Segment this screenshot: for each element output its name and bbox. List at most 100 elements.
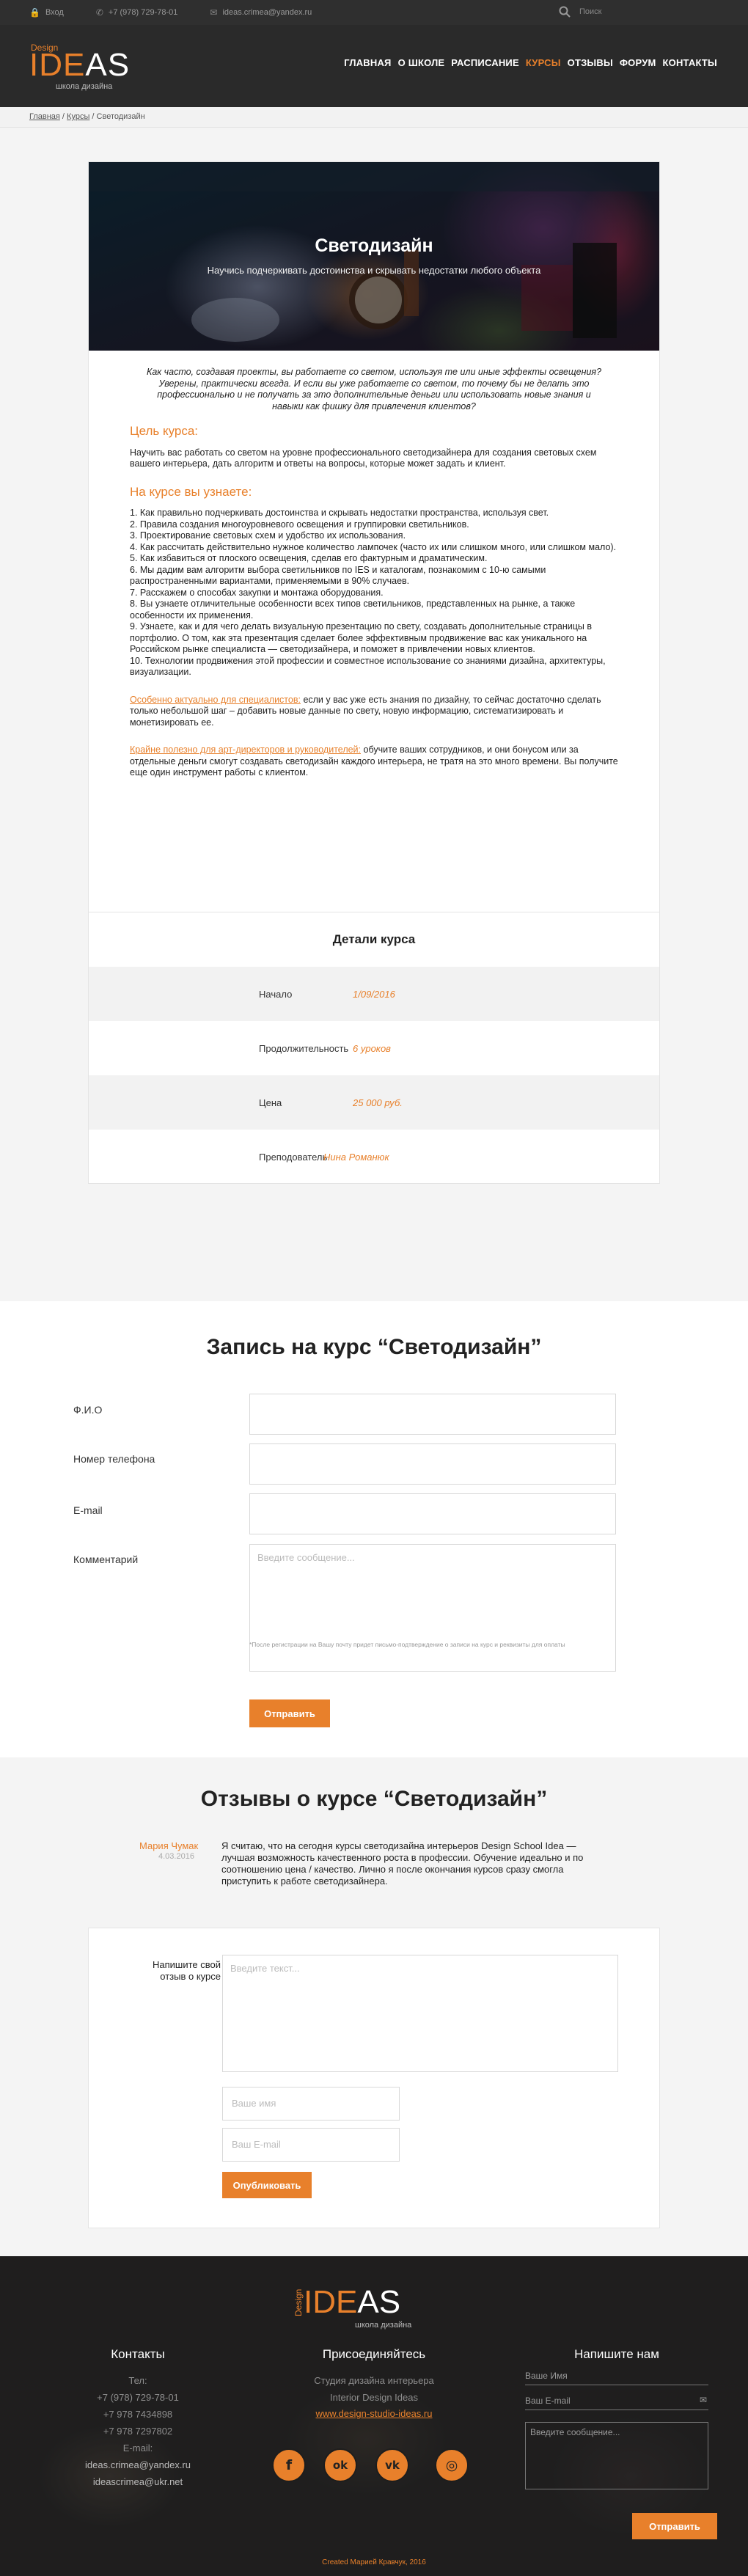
nav-reviews[interactable]: ОТЗЫВЫ bbox=[568, 57, 613, 68]
learn-item: 4. Как рассчитать действительно нужное к… bbox=[130, 541, 617, 552]
course-title: Светодизайн bbox=[315, 235, 433, 256]
nav-schedule[interactable]: РАСПИСАНИЕ bbox=[451, 57, 519, 68]
phone-field[interactable] bbox=[249, 1443, 616, 1485]
course-section: Светодизайн Научись подчеркивать достоин… bbox=[0, 128, 748, 1301]
header: Design IDEAS школа дизайна ГЛАВНАЯ О ШКО… bbox=[0, 25, 748, 107]
learn-item: 6. Мы дадим вам алгоритм выбора светильн… bbox=[130, 564, 546, 587]
goal-text: Научить вас работать со светом на уровне… bbox=[130, 447, 597, 469]
footer-logo-ideas-text: IDEAS bbox=[304, 2284, 401, 2320]
details-row-price: Цена 25 000 руб. bbox=[89, 1075, 659, 1130]
learn-item: 3. Проектирование световых схем и удобст… bbox=[130, 530, 406, 541]
comment-field[interactable]: Введите сообщение... bbox=[249, 1544, 616, 1672]
course-body: Как часто, создавая проекты, вы работает… bbox=[89, 351, 659, 779]
learn-item: 1. Как правильно подчеркивать достоинств… bbox=[130, 508, 549, 518]
email-field[interactable] bbox=[249, 1493, 616, 1534]
footer-write-title: Напишите нам bbox=[574, 2347, 659, 2361]
footer-email[interactable]: ideascrimea@ukr.net bbox=[65, 2473, 211, 2490]
phone-icon: ✆ bbox=[95, 7, 103, 18]
footer-join-title: Присоединяйтесь bbox=[322, 2347, 426, 2361]
footer-submit-button[interactable]: Отправить bbox=[632, 2513, 717, 2539]
phone-label: Номер телефона bbox=[73, 1453, 155, 1465]
reviews-section: Отзывы о курсе “Светодизайн” Мария Чумак… bbox=[0, 1757, 748, 2256]
footer-join: Присоединяйтесь Студия дизайна интерьера… bbox=[279, 2347, 469, 2422]
details-title: Детали курса bbox=[332, 932, 416, 946]
learn-item: 10. Технологии продвижения этой професси… bbox=[130, 655, 606, 678]
nav-courses[interactable]: КУРСЫ bbox=[526, 57, 561, 68]
footer-phone: +7 978 7434898 bbox=[103, 2409, 173, 2420]
review-name-field[interactable]: Ваше имя bbox=[222, 2087, 400, 2121]
nav-home[interactable]: ГЛАВНАЯ bbox=[344, 57, 391, 68]
review-email-field[interactable]: Ваш E-mail bbox=[222, 2128, 400, 2162]
phone-row: Номер телефона bbox=[73, 1453, 235, 1465]
comment-row: Комментарий bbox=[73, 1554, 235, 1565]
details-key: Начало bbox=[259, 988, 293, 1000]
learn-list: 1. Как правильно подчеркивать достоинств… bbox=[130, 508, 618, 678]
nav-forum[interactable]: ФОРУМ bbox=[620, 57, 656, 68]
search-icon[interactable] bbox=[559, 6, 571, 18]
signup-note: *После регистрации на Вашу почту придет … bbox=[249, 1641, 565, 1648]
goal-heading: Цель курса: bbox=[130, 424, 199, 438]
review-form: Напишите свой отзыв о курсе Введите текс… bbox=[88, 1928, 660, 2228]
footer-contacts-title: Контакты bbox=[111, 2347, 165, 2361]
name-field[interactable] bbox=[249, 1394, 616, 1435]
email-label: E-mail bbox=[73, 1504, 103, 1516]
breadcrumb-courses[interactable]: Курсы bbox=[67, 112, 89, 121]
details-value[interactable]: Нина Романюк bbox=[323, 1152, 389, 1163]
footer-logo-subtitle: школа дизайна bbox=[355, 2321, 412, 2330]
learn-item: 7. Расскажем о способах закупки и монтаж… bbox=[130, 587, 384, 598]
review-text-field[interactable]: Введите текст... bbox=[222, 1955, 618, 2072]
footer-email-label: E-mail: bbox=[122, 2443, 153, 2454]
footer-join-line: Interior Design Ideas bbox=[330, 2392, 418, 2403]
footer-message-field[interactable]: Введите сообщение... bbox=[525, 2422, 708, 2489]
vk-icon[interactable]: vk bbox=[375, 2448, 409, 2482]
course-hero: Светодизайн Научись подчеркивать достоин… bbox=[89, 162, 659, 351]
details-row-start: Начало 1/09/2016 bbox=[89, 967, 659, 1021]
email-text: ideas.crimea@yandex.ru bbox=[222, 8, 312, 17]
breadcrumb-sep: / bbox=[59, 112, 67, 121]
footer-logo[interactable]: Design IDEAS школа дизайна bbox=[293, 2284, 440, 2331]
footer-email-field[interactable]: Ваш E-mail ✉ bbox=[525, 2393, 708, 2410]
course-intro: Как часто, создавая проекты, вы работает… bbox=[146, 367, 602, 411]
page: 🔒 Вход ✆ +7 (978) 729-78-01 ✉ ideas.crim… bbox=[0, 0, 748, 2576]
details-value: 1/09/2016 bbox=[353, 988, 395, 1000]
details-value: 6 уроков bbox=[353, 1042, 391, 1054]
learn-item: 2. Правила создания многоуровневого осве… bbox=[130, 519, 469, 530]
breadcrumb-home[interactable]: Главная bbox=[29, 112, 60, 121]
footer-phone: +7 (978) 729-78-01 bbox=[97, 2392, 179, 2403]
copyright: Created Марией Кравчук, 2016 bbox=[322, 2558, 426, 2566]
signup-title: Запись на курс “Светодизайн” bbox=[206, 1335, 542, 1359]
footer-name-field[interactable]: Ваше Имя bbox=[525, 2368, 708, 2385]
review-text: Я считаю, что на сегодня курсы светодиза… bbox=[221, 1840, 584, 1887]
mail-icon: ✉ bbox=[210, 7, 218, 18]
footer: Design IDEAS школа дизайна Контакты Тел:… bbox=[0, 2256, 748, 2576]
lock-icon: 🔒 bbox=[29, 7, 40, 18]
specialists-link[interactable]: Особенно актуально для специалистов: bbox=[130, 695, 301, 705]
nav-contacts[interactable]: КОНТАКТЫ bbox=[663, 57, 717, 68]
review-form-label: Напишите свой отзыв о курсе bbox=[152, 1959, 221, 1982]
logo-subtitle: школа дизайна bbox=[56, 82, 113, 91]
footer-site-link[interactable]: www.design-studio-ideas.ru bbox=[316, 2408, 433, 2419]
art-directors-link[interactable]: Крайне полезно для арт-директоров и руко… bbox=[130, 744, 361, 755]
logo[interactable]: Design IDEAS школа дизайна bbox=[29, 41, 132, 91]
breadcrumb-current: Светодизайн bbox=[96, 112, 145, 121]
odnoklassniki-icon[interactable]: ok bbox=[323, 2448, 357, 2482]
search-input[interactable] bbox=[579, 7, 638, 16]
facebook-icon[interactable]: f bbox=[272, 2448, 306, 2482]
footer-logo-design-text: Design bbox=[293, 2288, 304, 2316]
details-key: Преподователь bbox=[259, 1151, 328, 1163]
email-info[interactable]: ✉ ideas.crimea@yandex.ru bbox=[210, 7, 312, 18]
footer-email[interactable]: ideas.crimea@yandex.ru bbox=[65, 2456, 211, 2473]
logo-ideas-text: IDEAS bbox=[29, 47, 131, 83]
signup-submit-button[interactable]: Отправить bbox=[249, 1699, 330, 1727]
email-row: E-mail bbox=[73, 1504, 235, 1516]
nav-about[interactable]: О ШКОЛЕ bbox=[398, 57, 445, 68]
review-date: 4.03.2016 bbox=[158, 1852, 194, 1861]
login-link[interactable]: 🔒 Вход bbox=[29, 7, 64, 18]
review-submit-button[interactable]: Опубликовать bbox=[222, 2172, 312, 2198]
details-key: Продолжительность bbox=[259, 1042, 349, 1054]
footer-contacts: Контакты Тел: +7 (978) 729-78-01 +7 978 … bbox=[65, 2347, 211, 2490]
details-key: Цена bbox=[259, 1097, 282, 1108]
login-label: Вход bbox=[45, 8, 64, 17]
instagram-icon[interactable]: ◎ bbox=[435, 2448, 469, 2482]
signup-section: Запись на курс “Светодизайн” Ф.И.О Номер… bbox=[0, 1301, 748, 1757]
